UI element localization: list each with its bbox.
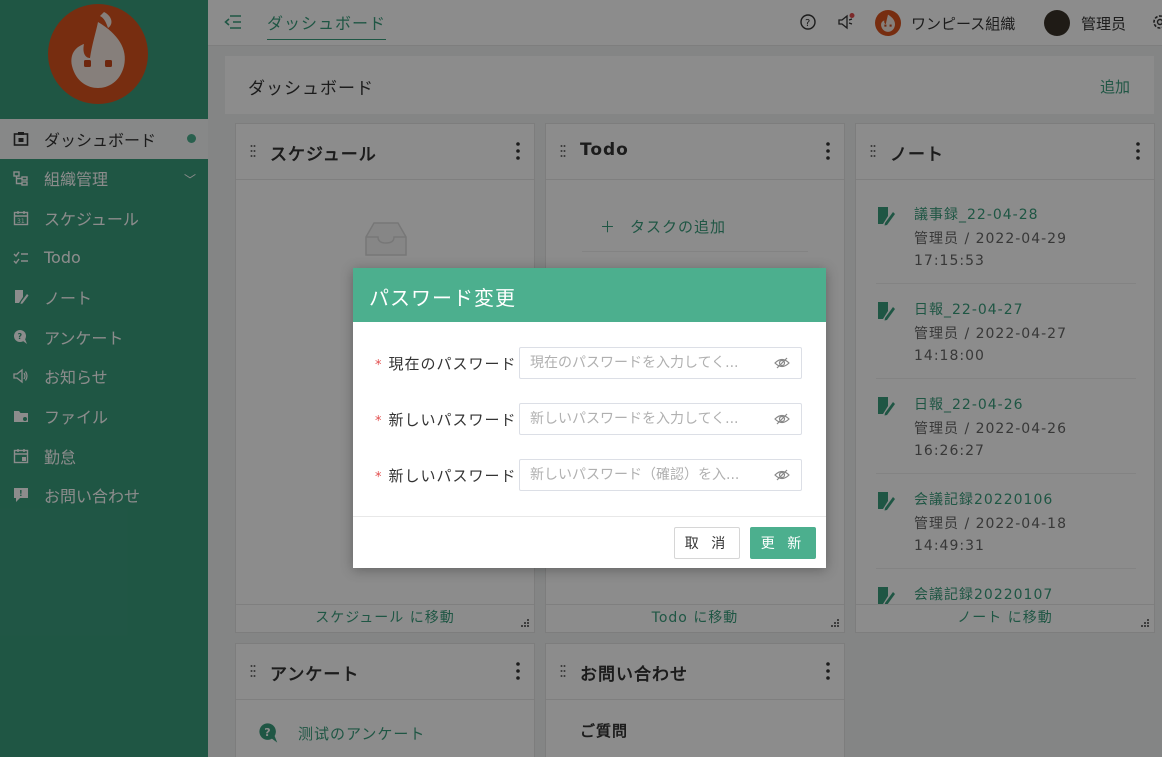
field-label: 新しいパスワード — [388, 411, 517, 429]
required-mark: * — [375, 470, 383, 485]
eye-off-icon[interactable] — [774, 355, 790, 371]
required-mark: * — [375, 414, 383, 429]
field-label: 新しいパスワード — [388, 467, 517, 485]
cancel-button[interactable]: 取 消 — [674, 527, 740, 559]
confirm-password-label: * 新しいパスワード — [375, 465, 517, 486]
current-password-input[interactable] — [519, 347, 802, 379]
confirm-password-input[interactable] — [519, 459, 802, 491]
confirm-password-row: * 新しいパスワード — [353, 459, 826, 491]
new-password-label: * 新しいパスワード — [375, 409, 517, 430]
new-password-row: * 新しいパスワード — [353, 403, 826, 435]
eye-off-icon[interactable] — [774, 467, 790, 483]
dialog-body: * 現在のパスワード * 新しいパスワード * 新しいパスワード — [353, 322, 826, 516]
eye-off-icon[interactable] — [774, 411, 790, 427]
update-button[interactable]: 更 新 — [750, 527, 816, 559]
dialog-footer: 取 消 更 新 — [353, 516, 826, 568]
password-change-dialog: パスワード変更 * 現在のパスワード * 新しいパスワード * 新しいパスワード 取 … — [353, 268, 826, 568]
field-label: 現在のパスワード — [388, 355, 517, 373]
current-password-row: * 現在のパスワード — [353, 347, 826, 379]
new-password-input[interactable] — [519, 403, 802, 435]
dialog-title: パスワード変更 — [353, 268, 826, 322]
required-mark: * — [375, 358, 383, 373]
current-password-label: * 現在のパスワード — [375, 353, 517, 374]
